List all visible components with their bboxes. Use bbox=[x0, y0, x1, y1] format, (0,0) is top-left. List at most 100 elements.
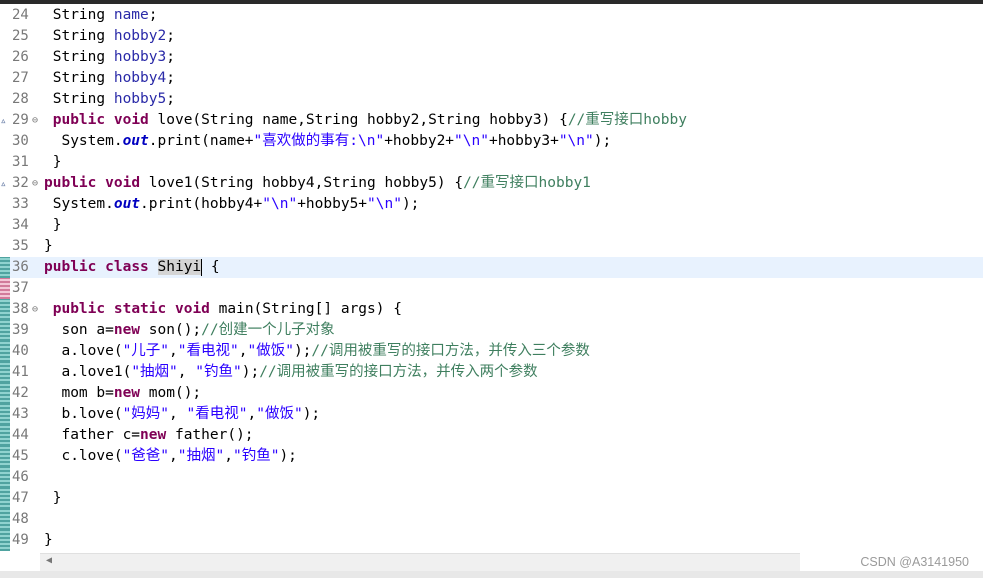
line-number: 31 bbox=[12, 154, 29, 170]
changed-line-marker bbox=[0, 257, 10, 278]
code-line-38[interactable]: 38 ⊖ public static void main(String[] arg… bbox=[0, 299, 983, 320]
code-line-25[interactable]: 25 String hobby2; bbox=[0, 26, 983, 47]
code-line-36[interactable]: 36 public class Shiyi { bbox=[0, 257, 983, 278]
code-text[interactable]: public class Shiyi { bbox=[44, 257, 220, 278]
code-text[interactable]: String hobby5; bbox=[44, 89, 175, 110]
code-text[interactable]: System.out.print(hobby4+"\n"+hobby5+"\n"… bbox=[44, 194, 420, 215]
code-text[interactable]: a.love("儿子","看电视","做饭");//调用被重写的接口方法，并传入… bbox=[44, 341, 590, 362]
code-token: b.love( bbox=[44, 406, 123, 422]
code-token: } bbox=[44, 532, 53, 548]
fold-toggle-icon[interactable]: ⊖ bbox=[32, 110, 38, 131]
code-text[interactable]: c.love("爸爸","抽烟","钓鱼"); bbox=[44, 446, 297, 467]
code-token: "儿子" bbox=[122, 343, 170, 359]
code-text[interactable]: b.love("妈妈", "看电视","做饭"); bbox=[44, 404, 320, 425]
code-token: a.love( bbox=[44, 343, 123, 359]
code-line-30[interactable]: 30 System.out.print(name+"喜欢做的事有:\n"+hob… bbox=[0, 131, 983, 152]
code-text[interactable]: } bbox=[44, 152, 62, 173]
line-number: 28 bbox=[12, 91, 29, 107]
override-arrow-icon: ▵ bbox=[0, 177, 7, 190]
changed-line-marker bbox=[0, 404, 10, 425]
code-token: } bbox=[44, 154, 62, 170]
code-line-43[interactable]: 43 b.love("妈妈", "看电视","做饭"); bbox=[0, 404, 983, 425]
line-number: 30 bbox=[12, 133, 29, 149]
changed-line-marker bbox=[0, 446, 10, 467]
code-line-28[interactable]: 28 String hobby5; bbox=[0, 89, 983, 110]
code-text[interactable]: public static void main(String[] args) { bbox=[44, 299, 402, 320]
code-token: static bbox=[113, 301, 167, 317]
code-text[interactable]: } bbox=[44, 488, 62, 509]
code-token: "做饭" bbox=[256, 406, 303, 422]
code-line-29[interactable]: ▵ 29 ⊖ public void love(String name,String… bbox=[0, 110, 983, 131]
code-token: } bbox=[44, 490, 62, 506]
line-number: 34 bbox=[12, 217, 29, 233]
code-text[interactable]: public void love1(String hobby4,String h… bbox=[44, 173, 591, 194]
code-text[interactable]: public void love(String name,String hobb… bbox=[44, 110, 687, 131]
line-number: 36 bbox=[12, 259, 29, 275]
code-token: //调用被重写的接口方法，并传入三个参数 bbox=[311, 343, 590, 359]
code-line-34[interactable]: 34 } bbox=[0, 215, 983, 236]
code-line-40[interactable]: 40 a.love("儿子","看电视","做饭");//调用被重写的接口方法，… bbox=[0, 341, 983, 362]
code-line-49[interactable]: 49} bbox=[0, 530, 983, 551]
code-line-27[interactable]: 27 String hobby4; bbox=[0, 68, 983, 89]
code-line-41[interactable]: 41 a.love1("抽烟", "钓鱼");//调用被重写的接口方法，并传入两… bbox=[0, 362, 983, 383]
code-token: System. bbox=[44, 196, 114, 212]
code-token: main(String[] args) { bbox=[209, 301, 402, 317]
code-token: +hobby2+ bbox=[384, 133, 455, 149]
code-line-37[interactable]: 37 bbox=[0, 278, 983, 299]
code-token: out bbox=[122, 133, 149, 149]
code-line-42[interactable]: 42 mom b=new mom(); bbox=[0, 383, 983, 404]
code-line-39[interactable]: 39 son a=new son();//创建一个儿子对象 bbox=[0, 320, 983, 341]
code-token: "喜欢做的事有:\n" bbox=[253, 133, 385, 149]
code-text[interactable]: a.love1("抽烟", "钓鱼");//调用被重写的接口方法，并传入两个参数 bbox=[44, 362, 538, 383]
code-token: "看电视" bbox=[177, 343, 239, 359]
code-text[interactable]: } bbox=[44, 236, 53, 257]
code-line-45[interactable]: 45 c.love("爸爸","抽烟","钓鱼"); bbox=[0, 446, 983, 467]
code-line-32[interactable]: ▵ 32 ⊖ public void love1(String hobby4,Stri… bbox=[0, 173, 983, 194]
code-line-47[interactable]: 47 } bbox=[0, 488, 983, 509]
code-line-48[interactable]: 48 bbox=[0, 509, 983, 530]
added-line-marker bbox=[0, 278, 10, 299]
code-line-46[interactable]: 46 bbox=[0, 467, 983, 488]
changed-line-marker bbox=[0, 362, 10, 383]
code-token: mom(); bbox=[140, 385, 202, 401]
code-token: } bbox=[44, 217, 62, 233]
code-token: name bbox=[113, 7, 149, 23]
code-line-31[interactable]: 31 } bbox=[0, 152, 983, 173]
code-text[interactable]: mom b=new mom(); bbox=[44, 383, 201, 404]
code-line-33[interactable]: 33 System.out.print(hobby4+"\n"+hobby5+"… bbox=[0, 194, 983, 215]
code-text[interactable]: father c=new father(); bbox=[44, 425, 253, 446]
code-text[interactable]: System.out.print(name+"喜欢做的事有:\n"+hobby2… bbox=[44, 131, 611, 152]
code-token: System. bbox=[44, 133, 123, 149]
code-editor[interactable]: 24 String name; 25 String hobby2; 26 Strin… bbox=[0, 5, 983, 553]
code-text[interactable]: String hobby4; bbox=[44, 68, 175, 89]
line-number: 37 bbox=[12, 280, 29, 296]
code-token: String bbox=[44, 7, 114, 23]
scroll-left-arrow-icon[interactable]: ◀ bbox=[46, 555, 52, 566]
code-line-35[interactable]: 35} bbox=[0, 236, 983, 257]
horizontal-scrollbar[interactable]: ◀ bbox=[40, 553, 800, 571]
code-token: String bbox=[44, 49, 114, 65]
code-token: //调用被重写的接口方法，并传入两个参数 bbox=[259, 364, 538, 380]
code-text[interactable]: String name; bbox=[44, 5, 158, 26]
code-token: , bbox=[224, 448, 233, 464]
code-token: "\n" bbox=[367, 196, 402, 212]
code-line-26[interactable]: 26 String hobby3; bbox=[0, 47, 983, 68]
code-text[interactable]: String hobby2; bbox=[44, 26, 175, 47]
code-token: ); bbox=[279, 448, 297, 464]
code-line-44[interactable]: 44 father c=new father(); bbox=[0, 425, 983, 446]
code-token: new bbox=[140, 427, 167, 443]
changed-line-marker bbox=[0, 509, 10, 530]
code-text[interactable]: String hobby3; bbox=[44, 47, 175, 68]
code-text[interactable]: son a=new son();//创建一个儿子对象 bbox=[44, 320, 334, 341]
fold-toggle-icon[interactable]: ⊖ bbox=[32, 173, 38, 194]
code-text[interactable]: } bbox=[44, 215, 62, 236]
code-token: public bbox=[44, 175, 97, 191]
code-line-24[interactable]: 24 String name; bbox=[0, 5, 983, 26]
line-number: 47 bbox=[12, 490, 29, 506]
code-token: "妈妈" bbox=[122, 406, 170, 422]
fold-toggle-icon[interactable]: ⊖ bbox=[32, 299, 38, 320]
code-token: void bbox=[174, 301, 210, 317]
code-text[interactable]: } bbox=[44, 530, 53, 551]
code-token: father c= bbox=[44, 427, 141, 443]
